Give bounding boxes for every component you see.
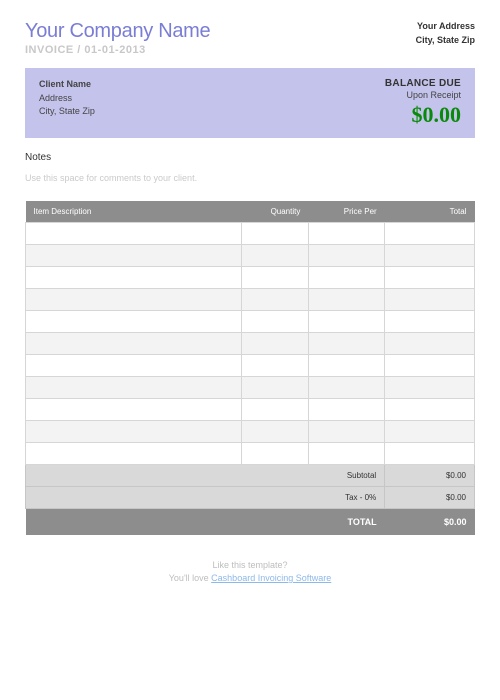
table-row bbox=[26, 289, 475, 311]
total-label: TOTAL bbox=[26, 509, 385, 535]
table-row bbox=[26, 245, 475, 267]
sender-address-line1: Your Address bbox=[416, 20, 475, 34]
company-name: Your Company Name bbox=[25, 20, 210, 43]
footer-link[interactable]: Cashboard Invoicing Software bbox=[211, 573, 331, 583]
notes-placeholder: Use this space for comments to your clie… bbox=[25, 173, 475, 183]
total-value: $0.00 bbox=[385, 509, 475, 535]
sender-address-line2: City, State Zip bbox=[416, 34, 475, 48]
tax-value: $0.00 bbox=[385, 487, 475, 509]
tax-row: Tax - 0% $0.00 bbox=[26, 487, 475, 509]
col-quantity: Quantity bbox=[241, 201, 308, 223]
footer-line2-pre: You'll love bbox=[169, 573, 211, 583]
balance-due-label: BALANCE DUE bbox=[385, 78, 461, 89]
table-row bbox=[26, 311, 475, 333]
subtotal-value: $0.00 bbox=[385, 465, 475, 487]
table-row bbox=[26, 377, 475, 399]
invoice-label: INVOICE bbox=[25, 44, 74, 56]
balance-amount: $0.00 bbox=[385, 102, 461, 128]
footer-line1: Like this template? bbox=[25, 559, 475, 573]
table-row bbox=[26, 421, 475, 443]
subtotal-row: Subtotal $0.00 bbox=[26, 465, 475, 487]
client-city-state-zip: City, State Zip bbox=[39, 105, 95, 119]
table-row bbox=[26, 267, 475, 289]
table-row bbox=[26, 443, 475, 465]
subtotal-label: Subtotal bbox=[26, 465, 385, 487]
table-row bbox=[26, 223, 475, 245]
table-row bbox=[26, 355, 475, 377]
table-row bbox=[26, 399, 475, 421]
notes-label: Notes bbox=[25, 152, 475, 163]
invoice-line: INVOICE / 01-01-2013 bbox=[25, 44, 210, 56]
client-name: Client Name bbox=[39, 78, 95, 92]
client-address: Address bbox=[39, 92, 95, 106]
col-price-per: Price Per bbox=[308, 201, 384, 223]
balance-box: Client Name Address City, State Zip BALA… bbox=[25, 68, 475, 138]
footer: Like this template? You'll love Cashboar… bbox=[25, 559, 475, 586]
table-row bbox=[26, 333, 475, 355]
col-description: Item Description bbox=[26, 201, 242, 223]
col-total: Total bbox=[385, 201, 475, 223]
tax-label: Tax - 0% bbox=[26, 487, 385, 509]
balance-due-sub: Upon Receipt bbox=[385, 90, 461, 100]
line-items-table: Item Description Quantity Price Per Tota… bbox=[25, 201, 475, 535]
total-row: TOTAL $0.00 bbox=[26, 509, 475, 535]
invoice-date: 01-01-2013 bbox=[84, 44, 145, 56]
